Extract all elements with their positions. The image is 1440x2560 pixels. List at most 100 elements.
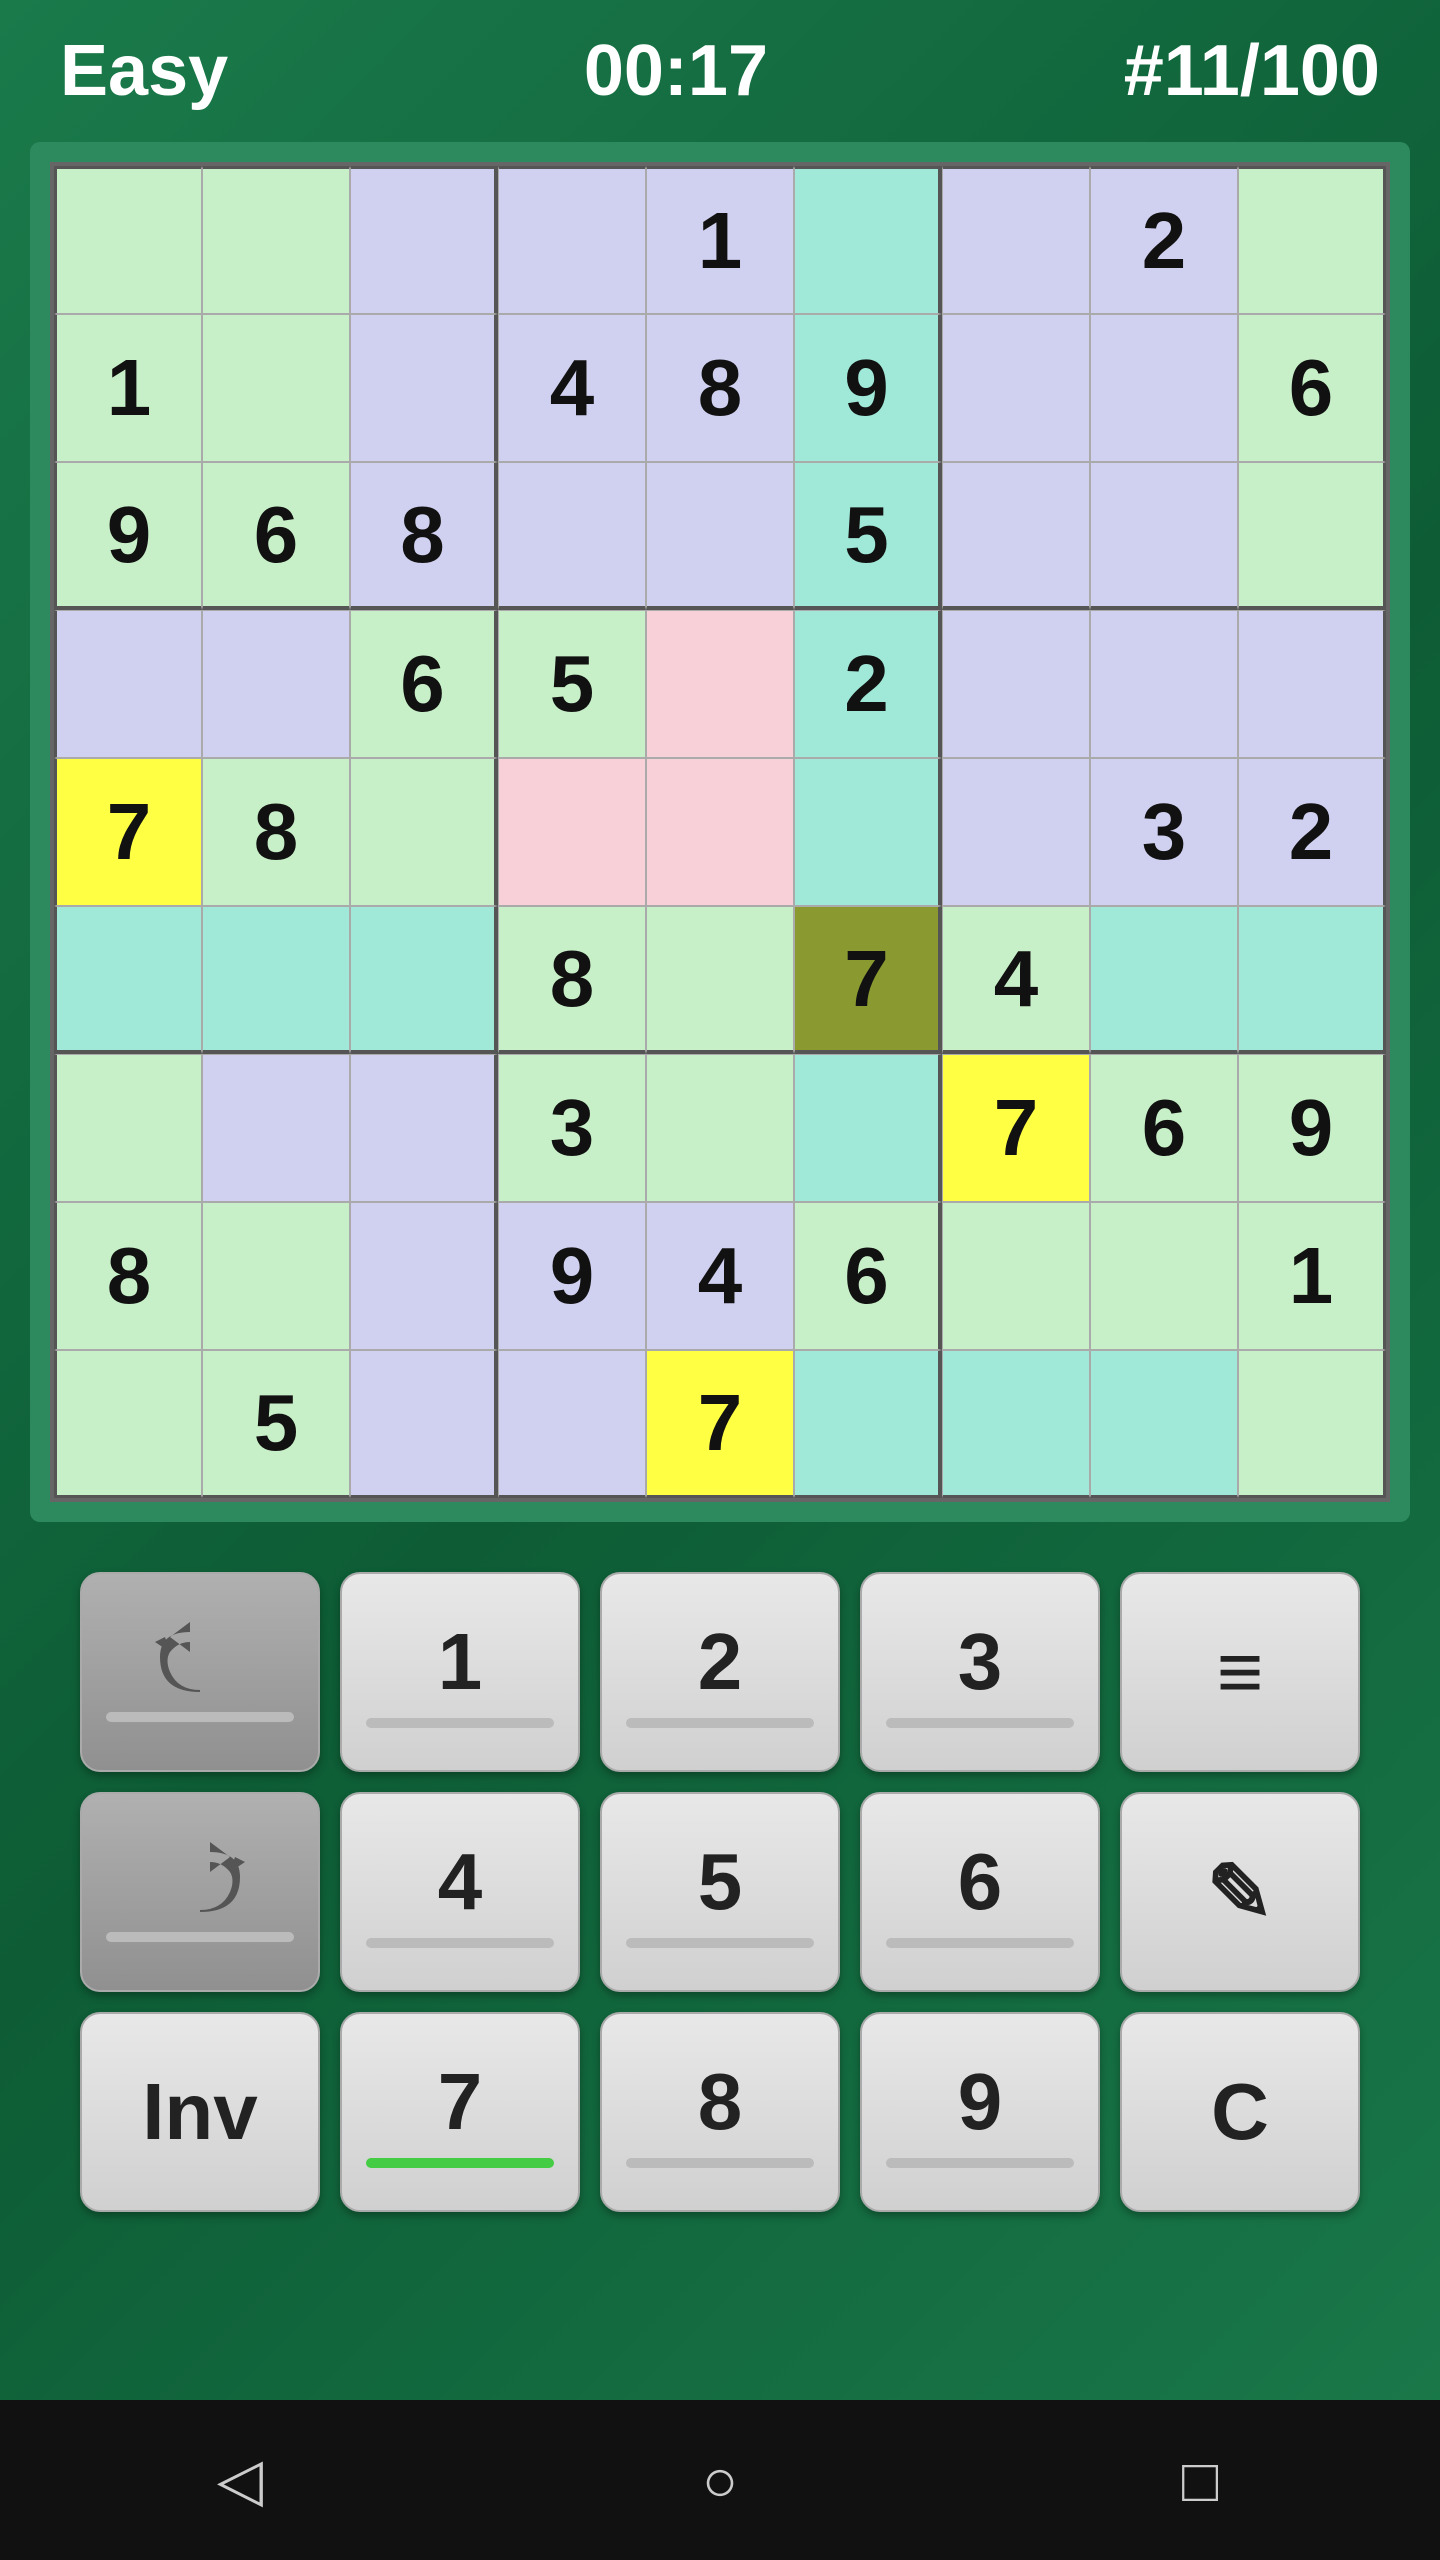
cell-r5-c5[interactable]: 7: [794, 906, 942, 1054]
cell-r7-c2[interactable]: [350, 1202, 498, 1350]
cell-r5-c3[interactable]: 8: [498, 906, 646, 1054]
key-number-3-row0[interactable]: 3: [860, 1572, 1100, 1772]
cell-r6-c4[interactable]: [646, 1054, 794, 1202]
cell-r6-c2[interactable]: [350, 1054, 498, 1202]
key-action-4-row2[interactable]: C: [1120, 2012, 1360, 2212]
cell-r6-c8[interactable]: 9: [1238, 1054, 1386, 1202]
key-special-0-row2[interactable]: Inv: [80, 2012, 320, 2212]
cell-r5-c4[interactable]: [646, 906, 794, 1054]
cell-r7-c3[interactable]: 9: [498, 1202, 646, 1350]
cell-r2-c0[interactable]: 9: [54, 462, 202, 610]
cell-r8-c2[interactable]: [350, 1350, 498, 1498]
cell-r5-c8[interactable]: [1238, 906, 1386, 1054]
cell-r7-c1[interactable]: [202, 1202, 350, 1350]
cell-r4-c7[interactable]: 3: [1090, 758, 1238, 906]
cell-r4-c4[interactable]: [646, 758, 794, 906]
cell-r4-c3[interactable]: [498, 758, 646, 906]
cell-r8-c6[interactable]: [942, 1350, 1090, 1498]
cell-r6-c7[interactable]: 6: [1090, 1054, 1238, 1202]
cell-r2-c5[interactable]: 5: [794, 462, 942, 610]
cell-r0-c0[interactable]: [54, 166, 202, 314]
cell-r1-c7[interactable]: [1090, 314, 1238, 462]
cell-r5-c0[interactable]: [54, 906, 202, 1054]
cell-r8-c0[interactable]: [54, 1350, 202, 1498]
key-number-1-row2[interactable]: 7: [340, 2012, 580, 2212]
cell-r8-c3[interactable]: [498, 1350, 646, 1498]
cell-r5-c2[interactable]: [350, 906, 498, 1054]
cell-r7-c4[interactable]: 4: [646, 1202, 794, 1350]
cell-r2-c1[interactable]: 6: [202, 462, 350, 610]
cell-r5-c1[interactable]: [202, 906, 350, 1054]
cell-r8-c7[interactable]: [1090, 1350, 1238, 1498]
back-nav-icon[interactable]: ◁: [200, 2440, 280, 2520]
cell-r2-c4[interactable]: [646, 462, 794, 610]
cell-r7-c8[interactable]: 1: [1238, 1202, 1386, 1350]
cell-r4-c1[interactable]: 8: [202, 758, 350, 906]
cell-r8-c1[interactable]: 5: [202, 1350, 350, 1498]
cell-r0-c7[interactable]: 2: [1090, 166, 1238, 314]
cell-r5-c6[interactable]: 4: [942, 906, 1090, 1054]
key-number-3-row1[interactable]: 6: [860, 1792, 1100, 1992]
cell-r3-c2[interactable]: 6: [350, 610, 498, 758]
key-number-2-row2[interactable]: 8: [600, 2012, 840, 2212]
cell-r7-c7[interactable]: [1090, 1202, 1238, 1350]
cell-r1-c1[interactable]: [202, 314, 350, 462]
key-number-2-row0[interactable]: 2: [600, 1572, 840, 1772]
cell-r1-c8[interactable]: 6: [1238, 314, 1386, 462]
cell-r2-c2[interactable]: 8: [350, 462, 498, 610]
cell-r0-c3[interactable]: [498, 166, 646, 314]
cell-r4-c0[interactable]: 7: [54, 758, 202, 906]
cell-r6-c3[interactable]: 3: [498, 1054, 646, 1202]
cell-r7-c6[interactable]: [942, 1202, 1090, 1350]
cell-r1-c2[interactable]: [350, 314, 498, 462]
cell-r4-c5[interactable]: [794, 758, 942, 906]
cell-r2-c3[interactable]: [498, 462, 646, 610]
cell-r3-c4[interactable]: [646, 610, 794, 758]
cell-r5-c7[interactable]: [1090, 906, 1238, 1054]
key-number-1-row0[interactable]: 1: [340, 1572, 580, 1772]
cell-r3-c5[interactable]: 2: [794, 610, 942, 758]
cell-r2-c6[interactable]: [942, 462, 1090, 610]
cell-r0-c5[interactable]: [794, 166, 942, 314]
cell-r8-c4[interactable]: 7: [646, 1350, 794, 1498]
cell-r3-c6[interactable]: [942, 610, 1090, 758]
key-number-1-row1[interactable]: 4: [340, 1792, 580, 1992]
key-number-2-row1[interactable]: 5: [600, 1792, 840, 1992]
cell-r1-c5[interactable]: 9: [794, 314, 942, 462]
cell-r7-c5[interactable]: 6: [794, 1202, 942, 1350]
key-undo-0-row0[interactable]: [80, 1572, 320, 1772]
cell-r6-c1[interactable]: [202, 1054, 350, 1202]
cell-r1-c0[interactable]: 1: [54, 314, 202, 462]
key-action-4-row1[interactable]: ✎: [1120, 1792, 1360, 1992]
key-redo-0-row1[interactable]: [80, 1792, 320, 1992]
cell-r3-c0[interactable]: [54, 610, 202, 758]
cell-r3-c1[interactable]: [202, 610, 350, 758]
recents-nav-icon[interactable]: □: [1160, 2440, 1240, 2520]
cell-r2-c7[interactable]: [1090, 462, 1238, 610]
cell-r3-c8[interactable]: [1238, 610, 1386, 758]
cell-r4-c8[interactable]: 2: [1238, 758, 1386, 906]
cell-r0-c4[interactable]: 1: [646, 166, 794, 314]
cell-r0-c1[interactable]: [202, 166, 350, 314]
key-number-3-row2[interactable]: 9: [860, 2012, 1100, 2212]
cell-r0-c2[interactable]: [350, 166, 498, 314]
cell-r6-c0[interactable]: [54, 1054, 202, 1202]
cell-r8-c5[interactable]: [794, 1350, 942, 1498]
cell-r1-c3[interactable]: 4: [498, 314, 646, 462]
cell-r1-c4[interactable]: 8: [646, 314, 794, 462]
sudoku-grid[interactable]: 12148969685652783287437698946157: [50, 162, 1390, 1502]
cell-r3-c7[interactable]: [1090, 610, 1238, 758]
key-action-4-row0[interactable]: ≡: [1120, 1572, 1360, 1772]
cell-r6-c6[interactable]: 7: [942, 1054, 1090, 1202]
cell-r3-c3[interactable]: 5: [498, 610, 646, 758]
cell-r4-c6[interactable]: [942, 758, 1090, 906]
cell-r2-c8[interactable]: [1238, 462, 1386, 610]
cell-r6-c5[interactable]: [794, 1054, 942, 1202]
cell-r0-c6[interactable]: [942, 166, 1090, 314]
home-nav-icon[interactable]: ○: [680, 2440, 760, 2520]
cell-r4-c2[interactable]: [350, 758, 498, 906]
cell-r0-c8[interactable]: [1238, 166, 1386, 314]
cell-r1-c6[interactable]: [942, 314, 1090, 462]
cell-r8-c8[interactable]: [1238, 1350, 1386, 1498]
cell-r7-c0[interactable]: 8: [54, 1202, 202, 1350]
